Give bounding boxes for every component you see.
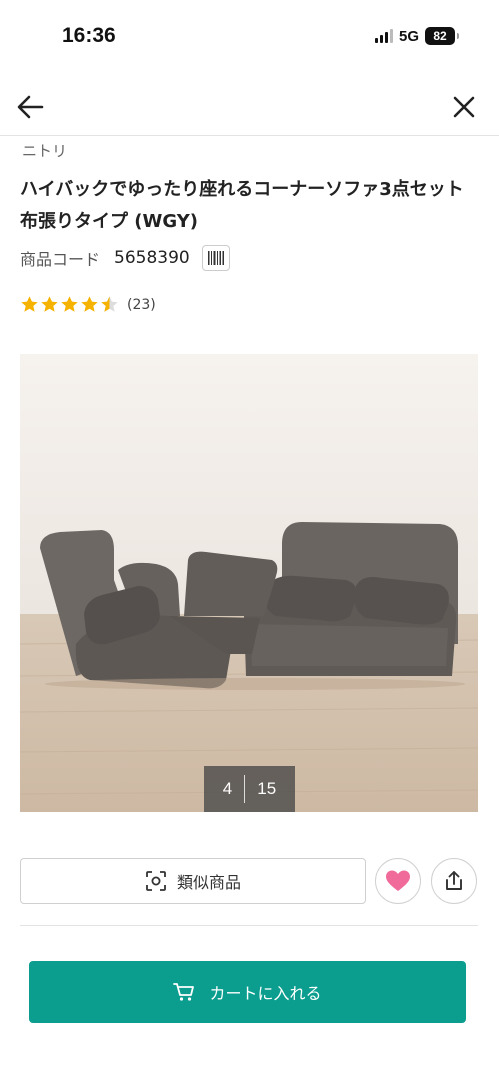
star-rating [20,295,119,314]
battery-icon: 82 [425,27,459,45]
star-half-icon [101,296,118,312]
star-full-icon [41,296,58,312]
similar-products-button[interactable]: 類似商品 [20,858,366,904]
image-search-icon [146,871,166,891]
product-code-label: 商品コード [20,250,101,269]
star-full-icon [61,296,78,312]
product-code-value: 5658390 [114,248,190,268]
add-to-cart-label: カートに入れる [209,984,322,1003]
sofa-photo [20,354,478,812]
image-counter-divider [244,775,246,803]
arrow-left-icon [17,95,44,119]
top-nav [0,78,499,136]
share-icon [446,871,462,890]
heart-icon [386,870,410,891]
review-count[interactable]: (23) [127,297,156,313]
status-indicators: 5G 82 [374,27,459,45]
share-button[interactable] [431,858,477,904]
product-code-row: 商品コード 5658390 [20,245,230,271]
brand-name[interactable]: ニトリ [22,140,67,161]
section-divider [20,925,478,926]
add-to-cart-button[interactable]: カートに入れる [29,961,466,1023]
close-icon [453,96,475,118]
status-bar: 16:36 5G 82 [0,0,499,70]
cart-icon [173,983,195,1001]
close-button[interactable] [447,90,481,124]
back-button[interactable] [14,90,48,124]
barcode-button[interactable] [201,245,230,271]
signal-icon [374,29,393,43]
similar-products-label: 類似商品 [176,873,241,892]
barcode-icon [207,251,224,265]
star-full-icon [21,296,38,312]
status-time: 16:36 [62,24,116,47]
image-counter: 4 15 [204,766,295,812]
rating-row[interactable]: (23) [20,295,156,314]
star-full-icon [81,296,98,312]
image-counter-current: 4 [222,779,233,798]
product-image[interactable] [20,354,478,812]
network-type: 5G [398,27,419,45]
product-title: ハイバックでゆったり座れるコーナーソファ3点セット 布張りタイプ (WGY) [20,179,464,232]
image-counter-total: 15 [257,779,277,798]
favorite-button[interactable] [375,858,421,904]
